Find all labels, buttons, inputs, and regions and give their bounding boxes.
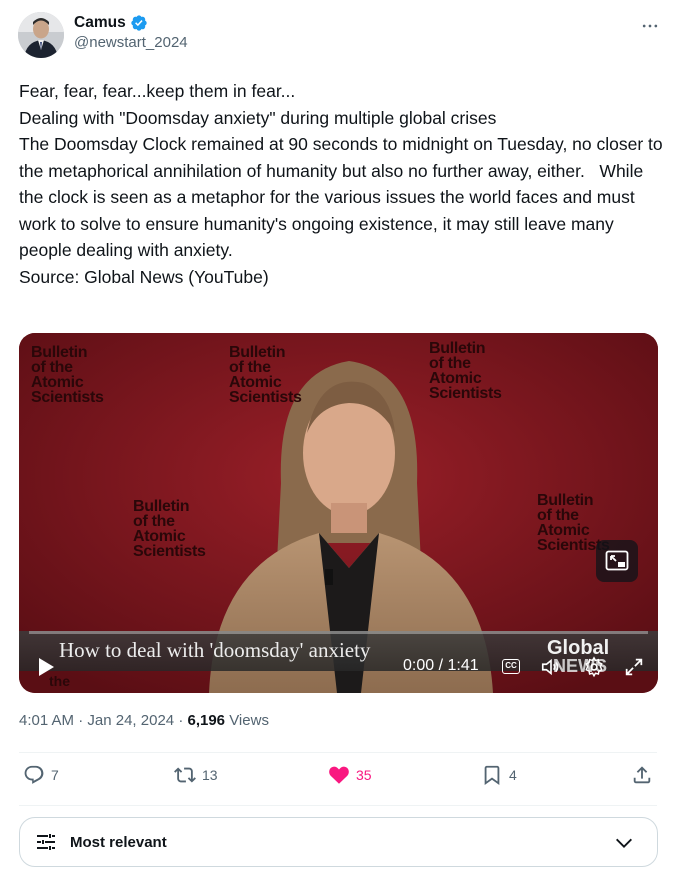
backdrop-word: Atomic: [229, 374, 282, 391]
repost-icon: [174, 767, 196, 783]
tweet-date[interactable]: Jan 24, 2024: [87, 712, 174, 729]
tweet-actions: 7 13 35 4: [19, 764, 658, 794]
bookmark-button[interactable]: 4: [481, 764, 517, 786]
backdrop-text: Bulletin of the Atomic Scientists: [133, 498, 206, 560]
reply-count: 7: [51, 767, 59, 783]
backdrop-word: Atomic: [31, 374, 84, 391]
settings-gear-icon[interactable]: [583, 656, 605, 678]
avatar[interactable]: [18, 12, 64, 58]
video-player[interactable]: Bulletin of the Atomic Scientists Bullet…: [19, 333, 658, 693]
backdrop-text: Bulletin of the Atomic Scientists: [31, 344, 104, 406]
backdrop-text: Bulletin of the Atomic Scientists: [429, 340, 502, 402]
author-handle[interactable]: @newstart_2024: [74, 34, 188, 51]
like-count: 35: [356, 767, 372, 783]
backdrop-word: Bulletin: [133, 498, 190, 515]
backdrop-word: Scientists: [229, 389, 302, 406]
like-button[interactable]: 35: [328, 764, 372, 786]
tweet-line: Dealing with "Doomsday anxiety" during m…: [19, 107, 497, 128]
backdrop-word: Bulletin: [31, 344, 88, 361]
backdrop-word: Bulletin: [537, 492, 594, 509]
backdrop-word: Atomic: [537, 522, 590, 539]
share-button[interactable]: [631, 764, 653, 786]
picture-in-picture-icon[interactable]: [596, 540, 638, 582]
backdrop-word: Atomic: [133, 528, 186, 545]
backdrop-word: of the: [429, 355, 471, 372]
backdrop-word: Scientists: [133, 543, 206, 560]
sort-label: Most relevant: [70, 833, 167, 851]
video-time: 0:00 / 1:41: [403, 657, 479, 674]
more-options-icon[interactable]: [638, 14, 662, 38]
tweet-meta: 4:01 AM · Jan 24, 2024 · 6,196 Views: [19, 712, 269, 729]
views-count: 6,196: [187, 712, 226, 729]
closed-captions-button[interactable]: CC: [502, 659, 520, 674]
volume-icon[interactable]: [540, 656, 562, 678]
reply-icon: [24, 765, 44, 784]
video-progress-bar[interactable]: [29, 631, 648, 634]
backdrop-word: Atomic: [429, 370, 482, 387]
tweet-time[interactable]: 4:01 AM: [19, 712, 74, 729]
backdrop-word: of the: [31, 359, 73, 376]
repost-button[interactable]: 13: [174, 764, 218, 786]
share-icon: [633, 766, 651, 784]
heart-icon: [329, 766, 349, 784]
backdrop-text: Bulletin of the Atomic Scientists: [229, 344, 302, 406]
backdrop-word: Scientists: [31, 389, 104, 406]
tweet-line: Fear, fear, fear...keep them in fear...: [19, 81, 296, 101]
chevron-down-icon: [616, 838, 632, 848]
verified-badge-icon[interactable]: [130, 14, 148, 32]
backdrop-word: Bulletin: [429, 340, 486, 357]
tweet-header: Camus @newstart_2024: [18, 12, 662, 60]
reply-button[interactable]: 7: [23, 764, 59, 786]
video-lower-third-title: How to deal with 'doomsday' anxiety: [59, 638, 371, 662]
divider: [19, 752, 657, 753]
fullscreen-icon[interactable]: [623, 656, 645, 678]
author-name[interactable]: Camus: [74, 14, 126, 32]
bookmark-icon: [484, 765, 500, 786]
tweet-line: The Doomsday Clock remained at 90 second…: [19, 134, 668, 260]
divider: [19, 805, 657, 806]
backdrop-word: of the: [133, 513, 175, 530]
reply-sort-dropdown[interactable]: Most relevant: [19, 817, 658, 867]
backdrop-fragment: the: [49, 673, 70, 689]
backdrop-word: Bulletin: [229, 344, 286, 361]
backdrop-word: Scientists: [429, 385, 502, 402]
filter-sliders-icon: [37, 834, 55, 850]
bookmark-count: 4: [509, 767, 517, 783]
backdrop-word: of the: [229, 359, 271, 376]
tweet-text: Fear, fear, fear...keep them in fear... …: [19, 78, 664, 290]
name-row: Camus: [74, 14, 188, 32]
backdrop-word: of the: [537, 507, 579, 524]
views-label: Views: [229, 712, 269, 729]
tweet-line: Source: Global News (YouTube): [19, 266, 269, 287]
meta-separator: ·: [78, 712, 88, 729]
author-info: Camus @newstart_2024: [74, 14, 188, 51]
repost-count: 13: [202, 767, 218, 783]
